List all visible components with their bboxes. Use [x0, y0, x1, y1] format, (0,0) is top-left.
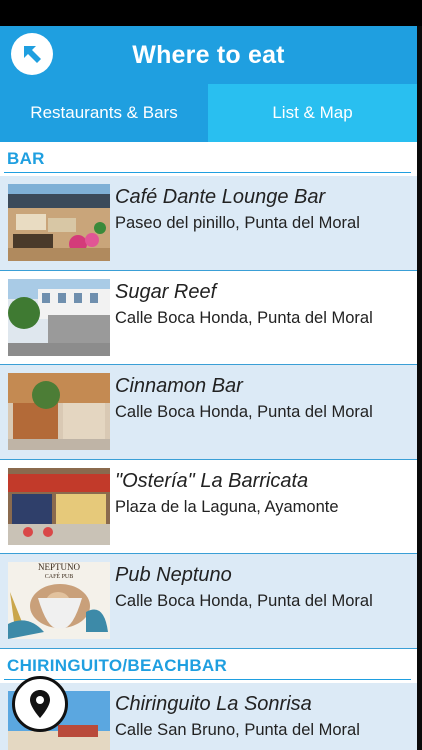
- list-item[interactable]: Sugar Reef Calle Boca Honda, Punta del M…: [0, 270, 417, 365]
- place-name: Chiringuito La Sonrisa: [115, 692, 312, 715]
- section-title: CHIRINGUITO/BEACHBAR: [7, 655, 228, 675]
- place-name: Café Dante Lounge Bar: [115, 186, 326, 208]
- place-address: Plaza de la Laguna, Ayamonte: [115, 497, 339, 516]
- place-address: Calle San Bruno, Punta del Moral: [115, 720, 360, 739]
- back-button[interactable]: [11, 33, 53, 75]
- place-address: Calle Boca Honda, Punta del Moral: [115, 592, 373, 610]
- place-address: Paseo del pinillo, Punta del Moral: [115, 214, 360, 232]
- place-thumbnail: NEPTUNO CAFÉ PUB: [8, 562, 110, 639]
- tab-bar: Restaurants & Bars List & Map: [0, 84, 417, 142]
- place-thumbnail: [8, 373, 110, 450]
- map-pin-button[interactable]: [12, 676, 68, 732]
- tab-list-map[interactable]: List & Map: [208, 84, 417, 142]
- tab-restaurants-bars[interactable]: Restaurants & Bars: [0, 84, 208, 142]
- place-name: Cinnamon Bar: [115, 375, 243, 397]
- list-item[interactable]: NEPTUNO CAFÉ PUB Pub Neptuno Calle Boca …: [0, 554, 417, 649]
- map-pin-icon: [30, 690, 50, 718]
- place-address: Calle Boca Honda, Punta del Moral: [115, 403, 373, 421]
- section-header-bar: BAR: [0, 142, 417, 176]
- section-header-chiringuito: CHIRINGUITO/BEACHBAR: [0, 648, 417, 683]
- places-list[interactable]: BAR Café Dante Lounge Bar Paseo del pini…: [0, 142, 417, 750]
- place-name: Sugar Reef: [115, 280, 217, 303]
- section-divider: [4, 678, 411, 680]
- list-item[interactable]: "Ostería" La Barricata Plaza de la Lagun…: [0, 459, 417, 554]
- app-header: Where to eat: [0, 26, 417, 84]
- status-bar: [0, 0, 422, 26]
- page-title: Where to eat: [132, 40, 285, 69]
- section-divider: [4, 172, 411, 173]
- place-name: "Ostería" La Barricata: [115, 469, 309, 492]
- list-item[interactable]: Café Dante Lounge Bar Paseo del pinillo,…: [0, 176, 417, 271]
- section-title: BAR: [7, 149, 45, 168]
- arrow-up-left-icon: [24, 46, 41, 63]
- place-thumbnail: [8, 184, 110, 261]
- place-address: Calle Boca Honda, Punta del Moral: [115, 308, 373, 327]
- place-thumbnail: [8, 278, 110, 356]
- place-thumbnail: [8, 467, 110, 545]
- neptuno-sign-text: NEPTUNO: [38, 562, 80, 572]
- screen-edge: [417, 26, 422, 750]
- list-item[interactable]: Cinnamon Bar Calle Boca Honda, Punta del…: [0, 365, 417, 460]
- neptuno-sub-text: CAFÉ PUB: [45, 572, 74, 580]
- place-name: Pub Neptuno: [115, 564, 232, 586]
